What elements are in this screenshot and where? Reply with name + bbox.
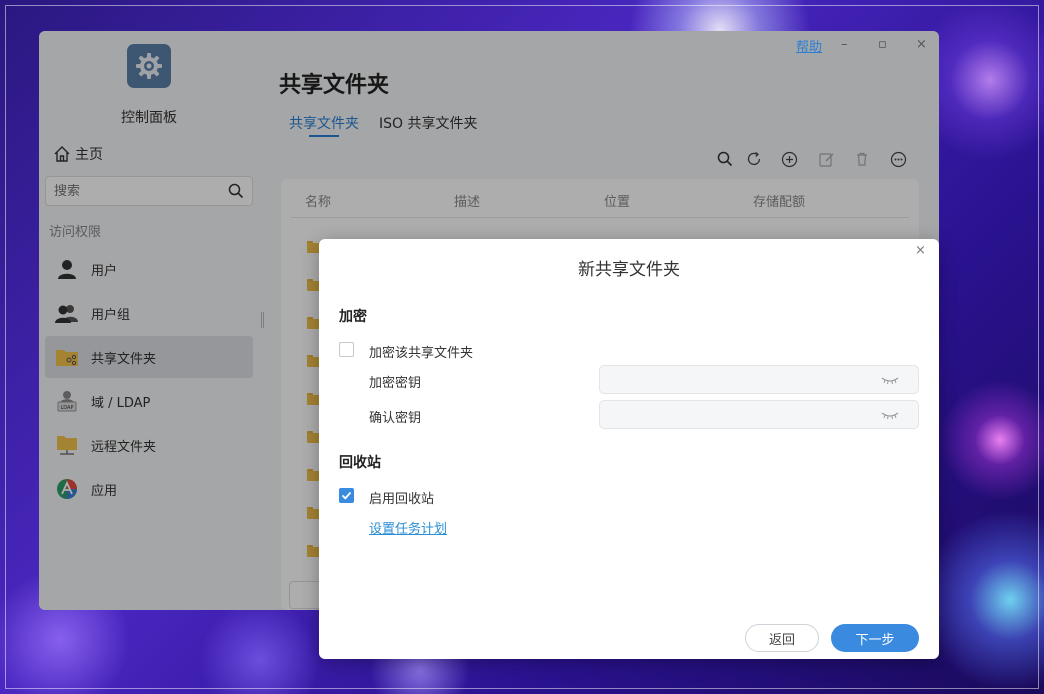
new-shared-folder-dialog: 新共享文件夹 × 加密 加密该共享文件夹 加密密钥 确认密钥 回收站 启用回收站… [319, 239, 939, 659]
encryption-section-title: 加密 [339, 309, 367, 325]
encryption-key-field[interactable] [599, 365, 919, 394]
close-button[interactable]: × [916, 37, 927, 52]
hidden-eye-icon[interactable] [880, 373, 900, 387]
help-link[interactable]: 帮助 [796, 36, 822, 55]
confirm-key-field[interactable] [599, 400, 919, 429]
minimize-button[interactable]: – [841, 37, 848, 52]
encrypt-folder-label: 加密该共享文件夹 [369, 346, 474, 361]
schedule-task-link[interactable]: 设置任务计划 [369, 518, 447, 537]
dialog-close-icon[interactable]: × [915, 243, 926, 258]
encryption-key-label: 加密密钥 [369, 376, 422, 391]
recycle-bin-section-title: 回收站 [339, 455, 381, 471]
enable-recycle-bin-checkbox[interactable] [339, 488, 354, 503]
enable-recycle-bin-label: 启用回收站 [369, 492, 435, 507]
next-button[interactable]: 下一步 [831, 624, 919, 652]
confirm-key-input[interactable] [600, 401, 870, 428]
back-button[interactable]: 返回 [745, 624, 819, 652]
dialog-title: 新共享文件夹 [578, 260, 680, 280]
checkmark-icon [341, 491, 352, 500]
confirm-key-label: 确认密钥 [369, 411, 422, 426]
maximize-button[interactable]: ▫ [878, 37, 887, 52]
encryption-key-input[interactable] [600, 366, 870, 393]
hidden-eye-icon[interactable] [880, 408, 900, 422]
encrypt-folder-checkbox[interactable] [339, 342, 354, 357]
